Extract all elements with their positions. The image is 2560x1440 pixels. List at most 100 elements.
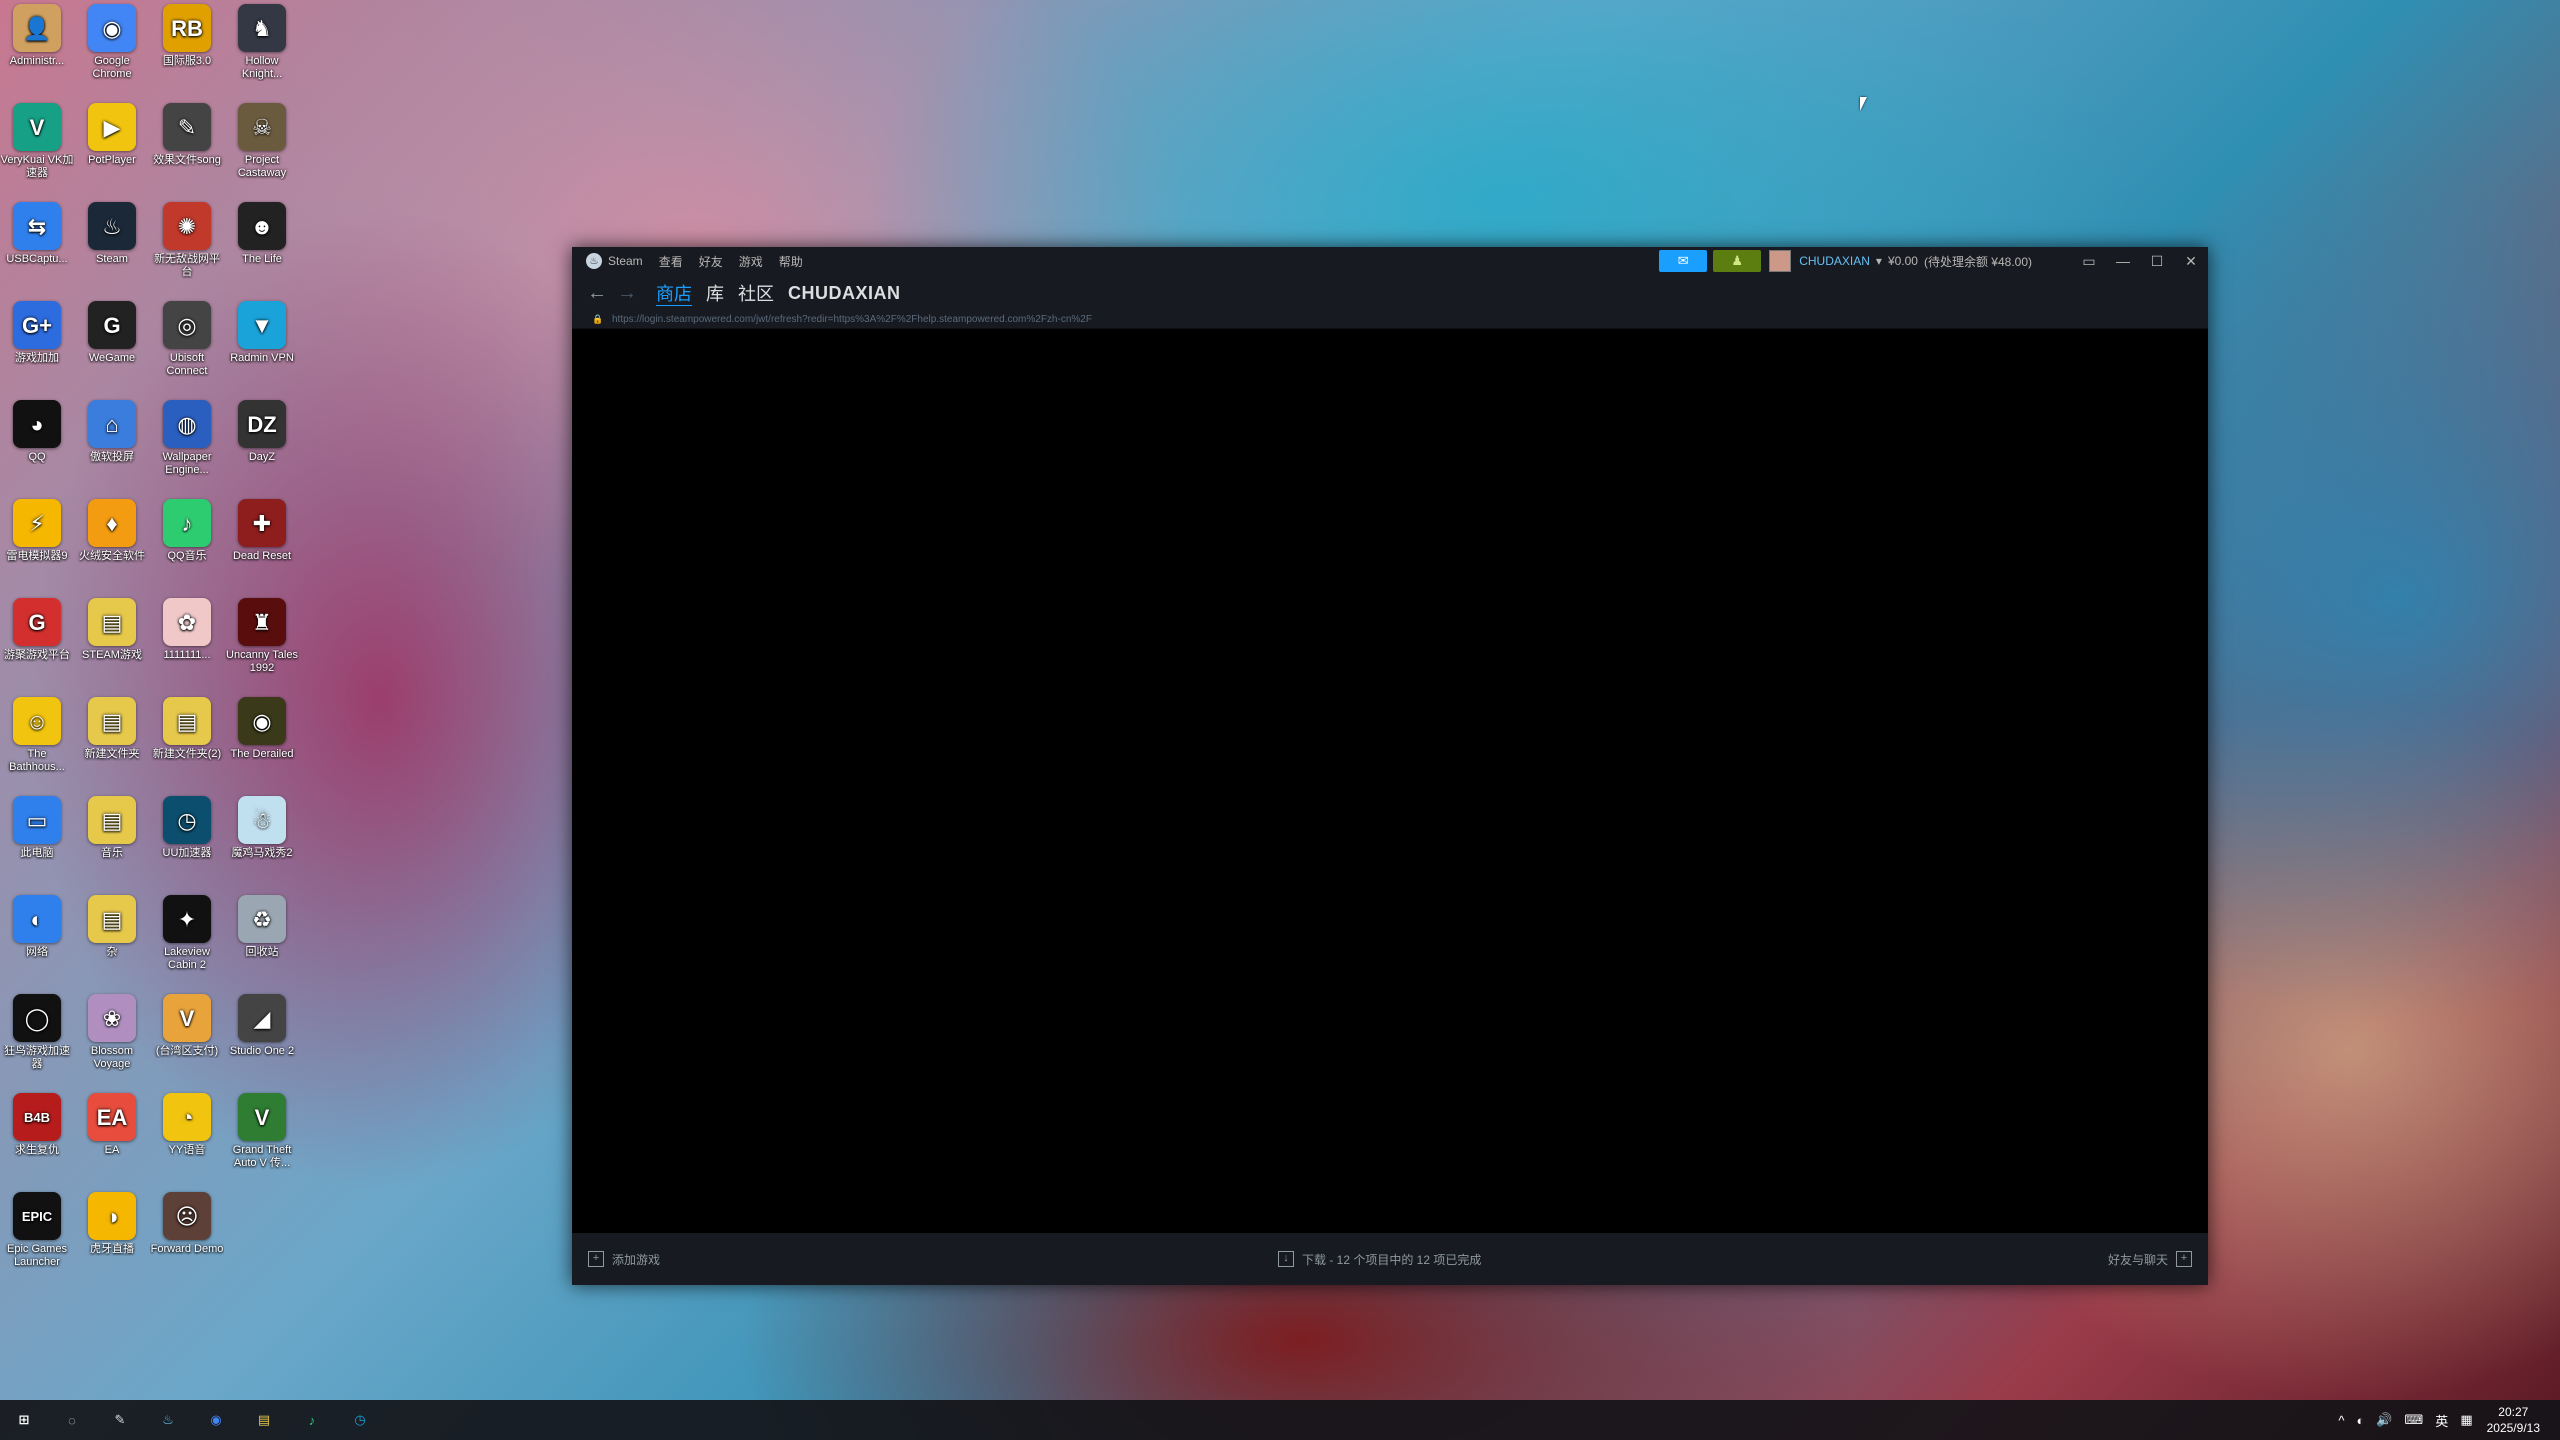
- qqmusic-icon[interactable]: ♪: [288, 1400, 336, 1440]
- desktop-icon[interactable]: ◉ The Derailed: [225, 693, 299, 761]
- desktop-icon[interactable]: ◉ Google Chrome: [75, 0, 149, 81]
- desktop-icon[interactable]: ◔ YY语音: [150, 1089, 224, 1157]
- notifications-button[interactable]: ♟: [1713, 250, 1762, 272]
- desktop-icon[interactable]: ◕ QQ: [0, 396, 74, 464]
- add-game-button[interactable]: + 添加游戏: [588, 1251, 660, 1268]
- desktop-icon[interactable]: ▶ PotPlayer: [75, 99, 149, 167]
- desktop-icon[interactable]: ◯ 狂鸟游戏加速器: [0, 990, 74, 1071]
- menu-friends[interactable]: 好友: [699, 253, 723, 270]
- desktop-icon[interactable]: ⚡ 雷电模拟器9: [0, 495, 74, 563]
- desktop-icon[interactable]: RB 国际服3.0: [150, 0, 224, 68]
- maximize-button[interactable]: ☐: [2140, 253, 2174, 270]
- desktop-icon[interactable]: ◎ Ubisoft Connect: [150, 297, 224, 378]
- desktop-icon[interactable]: G 游聚游戏平台: [0, 594, 74, 662]
- menu-steam[interactable]: Steam: [608, 254, 643, 268]
- steam-icon[interactable]: ♨: [144, 1400, 192, 1440]
- clock[interactable]: 20:27 2025/9/13: [2487, 1404, 2540, 1436]
- desktop-icon[interactable]: ⌂ 傲软投屏: [75, 396, 149, 464]
- tray-item[interactable]: ⌨: [2405, 1412, 2424, 1428]
- desktop-icon[interactable]: ◷ UU加速器: [150, 792, 224, 860]
- uu-icon-glyph: ◷: [354, 1412, 366, 1427]
- app-circle-icon[interactable]: ◌: [48, 1400, 96, 1440]
- desktop-icon[interactable]: ◍ Wallpaper Engine...: [150, 396, 224, 477]
- desktop-icon[interactable]: ◑ 虎牙直播: [75, 1188, 149, 1256]
- desktop-icon-label: Steam: [96, 253, 128, 265]
- desktop-icon[interactable]: V VeryKuai VK加速器: [0, 99, 74, 180]
- desktop-icon[interactable]: ▭ 此电脑: [0, 792, 74, 860]
- tray-item[interactable]: ◐: [2356, 1413, 2364, 1428]
- desktop-icon[interactable]: ☹ Forward Demo: [150, 1188, 224, 1256]
- tab-community[interactable]: 社区: [738, 280, 774, 306]
- tab-library[interactable]: 库: [706, 280, 724, 306]
- desktop-icon[interactable]: ☠ Project Castaway: [225, 99, 299, 180]
- desktop-icon[interactable]: ♪ QQ音乐: [150, 495, 224, 563]
- desktop-icon[interactable]: G WeGame: [75, 297, 149, 365]
- desktop-icon[interactable]: V (台湾区支付): [150, 990, 224, 1058]
- desktop-icon[interactable]: 👤 Administr...: [0, 0, 74, 68]
- close-button[interactable]: ✕: [2174, 253, 2208, 270]
- desktop-icon-label: The Life: [242, 253, 282, 265]
- tray-item[interactable]: ^: [2338, 1413, 2344, 1428]
- tab-store[interactable]: 商店: [656, 280, 692, 306]
- account-menu[interactable]: CHUDAXIAN ▾ ¥0.00 (待处理余额 ¥48.00): [1769, 250, 2032, 272]
- desktop-icon[interactable]: ♨ Steam: [75, 198, 149, 266]
- desktop-icon[interactable]: ▼ Radmin VPN: [225, 297, 299, 365]
- wallet-balance: ¥0.00: [1887, 254, 1918, 268]
- menu-view[interactable]: 查看: [659, 253, 683, 270]
- big-picture-icon[interactable]: ▭: [2072, 253, 2106, 270]
- steam-logo-icon[interactable]: ♨: [586, 253, 602, 269]
- desktop-icon-label: Google Chrome: [92, 55, 132, 80]
- desktop-icon[interactable]: DZ DayZ: [225, 396, 299, 464]
- menu-help[interactable]: 帮助: [779, 253, 803, 270]
- desktop-icon[interactable]: ⇆ USBCaptu...: [0, 198, 74, 266]
- desktop-icon[interactable]: ✺ 新无敌战网平台: [150, 198, 224, 279]
- desktop-icon[interactable]: ✚ Dead Reset: [225, 495, 299, 563]
- desktop-icon[interactable]: V Grand Theft Auto V 传...: [225, 1089, 299, 1170]
- desktop-icon[interactable]: ☻ The Life: [225, 198, 299, 266]
- desktop-icon[interactable]: ❀ Blossom Voyage: [75, 990, 149, 1071]
- desktop-icon[interactable]: ◐ 网络: [0, 891, 74, 959]
- desktop-icon[interactable]: ▤ 杂: [75, 891, 149, 959]
- app-icon: ◑: [88, 1192, 136, 1240]
- desktop-icon[interactable]: ☺ The Bathhous...: [0, 693, 74, 774]
- store-content-area[interactable]: [572, 329, 2208, 1233]
- windows-start-icon[interactable]: ⊞: [0, 1400, 48, 1440]
- tray-item[interactable]: 英: [2435, 1411, 2448, 1430]
- desktop-icon[interactable]: G+ 游戏加加: [0, 297, 74, 365]
- downloads-status[interactable]: ↓ 下载 - 12 个项目中的 12 项已完成: [1278, 1251, 1481, 1268]
- desktop-icon[interactable]: ✎ 效果文件song: [150, 99, 224, 167]
- tray-item[interactable]: ▦: [2460, 1412, 2472, 1428]
- desktop-icon[interactable]: ♜ Uncanny Tales 1992: [225, 594, 299, 675]
- desktop-icon[interactable]: EA EA: [75, 1089, 149, 1157]
- desktop-icon[interactable]: ▤ STEAM游戏: [75, 594, 149, 662]
- announcements-button[interactable]: ✉: [1659, 250, 1708, 272]
- folder-icon[interactable]: ▤: [240, 1400, 288, 1440]
- chrome-icon[interactable]: ◉: [192, 1400, 240, 1440]
- tray-item[interactable]: 🔊: [2376, 1412, 2392, 1428]
- desktop-icon-label: 火绒安全软件: [79, 550, 145, 562]
- desktop-icon[interactable]: ♦ 火绒安全软件: [75, 495, 149, 563]
- desktop-icon[interactable]: ▤ 音乐: [75, 792, 149, 860]
- back-arrow-icon[interactable]: ←: [582, 282, 612, 305]
- desktop-icon[interactable]: ♻ 回收站: [225, 891, 299, 959]
- minimize-button[interactable]: —: [2106, 253, 2140, 269]
- desktop-icon[interactable]: ✦ Lakeview Cabin 2: [150, 891, 224, 972]
- app-icon: ◐: [13, 895, 61, 943]
- uu-icon[interactable]: ◷: [336, 1400, 384, 1440]
- desktop-icon[interactable]: ▤ 新建文件夹(2): [150, 693, 224, 761]
- desktop-icon-label: Hollow Knight...: [241, 55, 283, 80]
- desktop-icon[interactable]: ▤ 新建文件夹: [75, 693, 149, 761]
- app-pen-icon[interactable]: ✎: [96, 1400, 144, 1440]
- forward-arrow-icon[interactable]: →: [612, 282, 642, 305]
- tab-profile[interactable]: CHUDAXIAN: [788, 283, 901, 304]
- desktop-icon[interactable]: ☃ 魔鸡马戏秀2: [225, 792, 299, 860]
- app-circle-icon-glyph: ◌: [68, 1412, 76, 1428]
- desktop-icon[interactable]: ◢ Studio One 2: [225, 990, 299, 1058]
- desktop-icon[interactable]: EPIC Epic Games Launcher: [0, 1188, 74, 1269]
- desktop-icon[interactable]: ♞ Hollow Knight...: [225, 0, 299, 81]
- friends-chat-button[interactable]: 好友与聊天 +: [2108, 1251, 2192, 1268]
- url-text[interactable]: https://login.steampowered.com/jwt/refre…: [612, 314, 1092, 325]
- menu-games[interactable]: 游戏: [739, 253, 763, 270]
- desktop-icon[interactable]: B4B 求生复仇: [0, 1089, 74, 1157]
- desktop-icon[interactable]: ✿ 1111111...: [150, 594, 224, 662]
